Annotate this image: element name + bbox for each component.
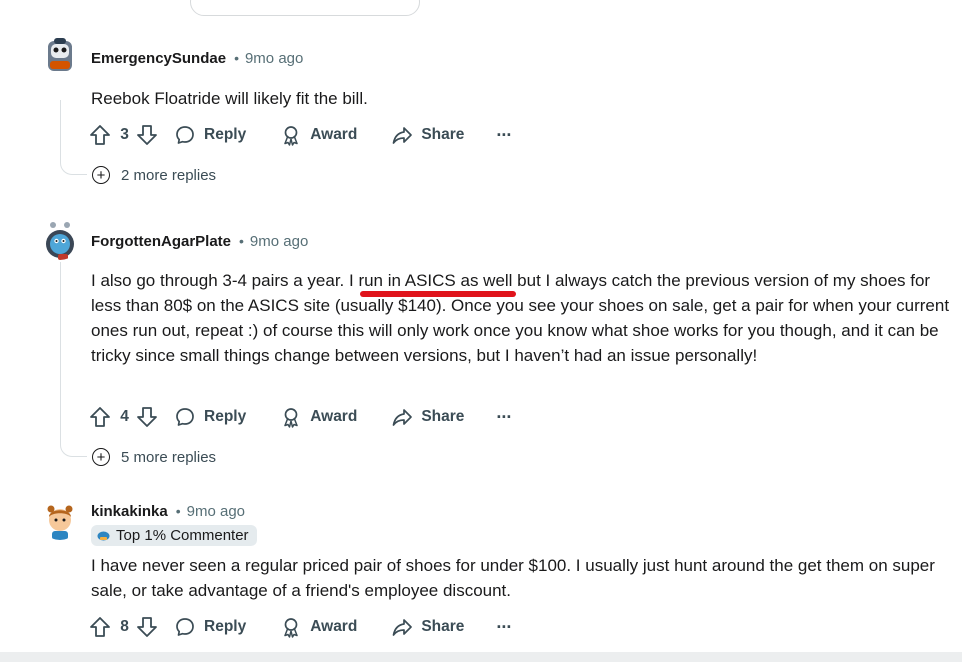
upvote-icon	[90, 617, 110, 637]
share-icon	[392, 409, 413, 426]
more-options-button[interactable]: ···	[496, 407, 512, 428]
separator-dot: •	[175, 503, 181, 519]
separator-dot: •	[239, 233, 244, 249]
downvote-button[interactable]	[135, 615, 159, 639]
timestamp[interactable]: 9mo ago	[187, 503, 245, 520]
vote-count: 4	[120, 408, 129, 425]
commenter-badge-icon	[97, 531, 110, 540]
comment-body: I have never seen a regular priced pair …	[91, 556, 935, 600]
reply-label: Reply	[204, 408, 247, 425]
author-name[interactable]: ForgottenAgarPlate	[91, 233, 231, 250]
award-label: Award	[310, 408, 358, 425]
share-icon	[392, 619, 413, 636]
expand-plus-icon: +	[92, 448, 110, 466]
downvote-icon	[137, 407, 157, 427]
separator-dot: •	[234, 50, 239, 66]
avatar[interactable]	[40, 500, 80, 540]
reply-label: Reply	[204, 126, 247, 143]
award-icon	[284, 126, 298, 146]
award-button[interactable]: Award	[280, 124, 357, 146]
upvote-button[interactable]	[88, 405, 112, 429]
more-options-button[interactable]: ···	[496, 125, 512, 146]
comment-body: I also go through 3-4 pairs a year. I ru…	[91, 268, 951, 368]
previous-comment-box-edge	[190, 0, 420, 16]
award-label: Award	[310, 126, 358, 143]
share-icon	[392, 127, 413, 144]
more-replies-link[interactable]: + 5 more replies	[92, 446, 216, 468]
upvote-icon	[90, 407, 110, 427]
share-button[interactable]: Share	[391, 616, 464, 638]
comment-meta: ForgottenAgarPlate • 9mo ago	[91, 231, 308, 251]
vote-count: 3	[120, 126, 129, 143]
expand-plus-icon: +	[92, 166, 110, 184]
timestamp[interactable]: 9mo ago	[250, 233, 308, 250]
upvote-button[interactable]	[88, 615, 112, 639]
author-name[interactable]: kinkakinka	[91, 503, 168, 520]
share-button[interactable]: Share	[391, 124, 464, 146]
vote-count: 8	[120, 618, 129, 635]
thread-line	[60, 100, 87, 175]
comment-actions: 8 Reply Award Share ···	[88, 612, 512, 642]
award-icon	[284, 408, 298, 428]
award-label: Award	[310, 618, 358, 635]
award-icon	[284, 618, 298, 638]
share-label: Share	[421, 618, 465, 635]
reply-button[interactable]: Reply	[174, 124, 246, 146]
avatar[interactable]	[40, 35, 80, 75]
award-button[interactable]: Award	[280, 406, 357, 428]
downvote-button[interactable]	[135, 405, 159, 429]
share-label: Share	[421, 126, 465, 143]
more-replies-label: 5 more replies	[121, 448, 217, 466]
comment-actions: 4 Reply Award Share ···	[88, 402, 512, 432]
upvote-button[interactable]	[88, 123, 112, 147]
reply-button[interactable]: Reply	[174, 406, 246, 428]
award-button[interactable]: Award	[280, 616, 357, 638]
downvote-icon	[137, 125, 157, 145]
more-replies-link[interactable]: + 2 more replies	[92, 164, 216, 186]
badge-label: Top 1% Commenter	[116, 527, 249, 544]
comment-bubble-icon	[176, 126, 194, 144]
downvote-button[interactable]	[135, 123, 159, 147]
avatar[interactable]	[40, 220, 80, 260]
comment-body: Reebok Floatride will likely fit the bil…	[91, 89, 368, 108]
reply-label: Reply	[204, 618, 247, 635]
timestamp[interactable]: 9mo ago	[245, 50, 303, 67]
comment-bubble-icon	[176, 618, 194, 636]
user-flair-badge: Top 1% Commenter	[91, 525, 257, 546]
comment-meta: EmergencySundae • 9mo ago	[91, 48, 303, 68]
reply-button[interactable]: Reply	[174, 616, 246, 638]
highlighted-text: run in ASICS as well	[358, 271, 513, 290]
share-button[interactable]: Share	[391, 406, 464, 428]
comment-bubble-icon	[176, 408, 194, 426]
more-options-button[interactable]: ···	[496, 617, 512, 638]
author-name[interactable]: EmergencySundae	[91, 50, 226, 67]
bottom-edge-bar	[0, 652, 962, 662]
upvote-icon	[90, 125, 110, 145]
comment-text-part: I also go through 3-4 pairs a year. I	[91, 271, 359, 290]
thread-line	[60, 262, 87, 457]
comment-meta: kinkakinka • 9mo ago	[91, 501, 245, 521]
downvote-icon	[137, 617, 157, 637]
comment-actions: 3 Reply Award Share ···	[88, 120, 512, 150]
share-label: Share	[421, 408, 465, 425]
more-replies-label: 2 more replies	[121, 166, 217, 184]
